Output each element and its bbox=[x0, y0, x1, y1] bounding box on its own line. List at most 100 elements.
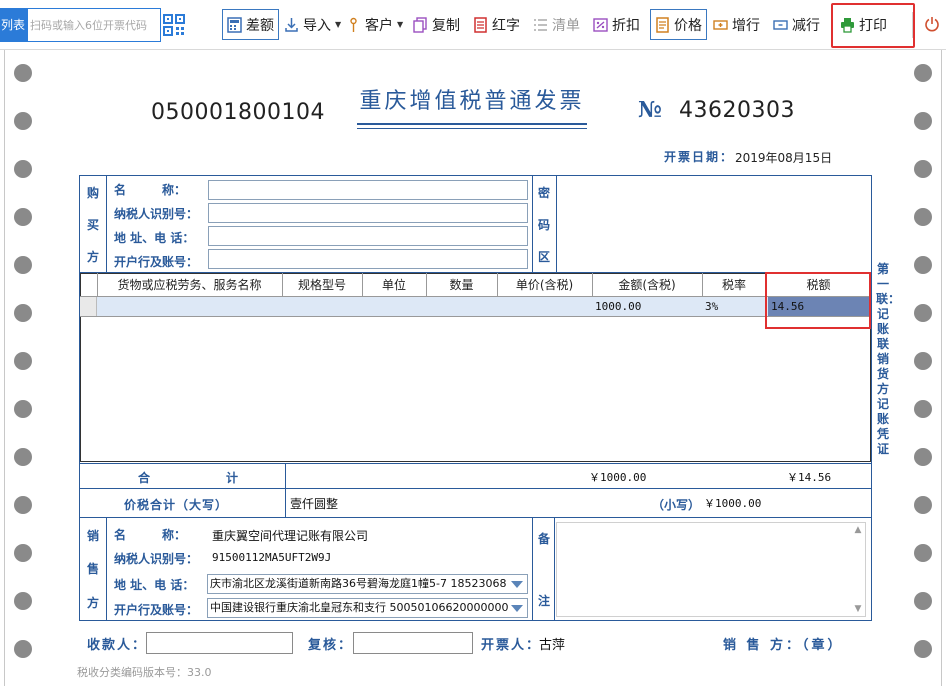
list-button[interactable]: 清单 bbox=[533, 9, 580, 40]
column-header-qty: 数量 bbox=[449, 278, 474, 292]
red-invoice-button[interactable]: 红字 bbox=[473, 9, 520, 40]
add-row-button[interactable]: 增行 bbox=[713, 9, 760, 40]
price-label: 价格 bbox=[674, 17, 702, 34]
list-icon bbox=[534, 18, 547, 31]
issuer-label: 开票人： bbox=[481, 638, 542, 653]
seller-tax-id: 91500112MA5UFT2W9J bbox=[212, 551, 332, 564]
buyer-address-field[interactable] bbox=[208, 226, 528, 246]
tractor-hole bbox=[14, 112, 32, 130]
seller-bank-value: 中国建设银行重庆渝北皇冠东和支行 50050106620000000 bbox=[210, 601, 509, 614]
tractor-hole bbox=[14, 160, 32, 178]
buyer-side-label-1: 购 bbox=[86, 186, 99, 200]
item-spec-cell[interactable] bbox=[286, 297, 360, 316]
list-label: 清单 bbox=[552, 17, 580, 34]
item-rate-cell[interactable]: 3% bbox=[705, 297, 765, 316]
total-amount: ￥1000.00 bbox=[589, 471, 647, 484]
right-perforation bbox=[941, 50, 942, 686]
column-header-rate: 税率 bbox=[721, 278, 746, 292]
delete-row-icon bbox=[773, 19, 788, 30]
copy-designation: 第一联：记账联 销货方记账凭证 bbox=[876, 262, 902, 456]
payee-label: 收款人： bbox=[87, 638, 148, 653]
buyer-bank-field[interactable] bbox=[208, 249, 528, 269]
customer-label: 客户 bbox=[365, 17, 393, 34]
buyer-name-field[interactable] bbox=[208, 180, 528, 200]
buyer-address-label: 地 址、电 话： bbox=[114, 231, 195, 245]
price-button[interactable]: 价格 bbox=[650, 9, 707, 40]
tractor-hole bbox=[914, 64, 932, 82]
seller-name-label: 名 称： bbox=[114, 528, 187, 542]
buyer-tax-id-label: 纳税人识别号： bbox=[114, 207, 199, 221]
scroll-up-icon[interactable]: ▲ bbox=[853, 525, 863, 535]
buyer-name-label: 名 称： bbox=[114, 183, 187, 197]
delete-row-label: 减行 bbox=[792, 17, 820, 34]
price-icon bbox=[656, 16, 669, 33]
item-unit-cell[interactable] bbox=[366, 297, 424, 316]
seller-address-value: 庆市渝北区龙溪街道新南路36号碧海龙庭1幢5-7 18523068 bbox=[210, 577, 507, 590]
item-price-cell[interactable] bbox=[501, 297, 590, 316]
calculator-icon bbox=[227, 16, 242, 33]
buyer-side-label-2: 买 bbox=[86, 218, 99, 232]
remarks-textarea[interactable]: ▲ ▼ bbox=[556, 522, 866, 617]
scroll-down-icon[interactable]: ▼ bbox=[853, 604, 863, 614]
buyer-tax-id-field[interactable] bbox=[208, 203, 528, 223]
customer-icon bbox=[350, 17, 357, 32]
divider bbox=[79, 488, 872, 489]
column-header-name: 货物或应税劳务、服务名称 bbox=[117, 278, 262, 292]
tractor-hole bbox=[14, 400, 32, 418]
seller-side-label-1: 销 bbox=[86, 529, 99, 543]
tractor-hole bbox=[14, 304, 32, 322]
search-input[interactable] bbox=[30, 17, 158, 33]
tractor-hole bbox=[14, 640, 32, 658]
issuer-name: 古萍 bbox=[539, 638, 566, 653]
divider bbox=[532, 175, 533, 272]
column-header-unit: 单位 bbox=[381, 278, 406, 292]
tab-list[interactable]: 列表 bbox=[0, 8, 27, 42]
dropdown-arrow-icon[interactable] bbox=[509, 601, 525, 615]
seller-bank-select[interactable]: 中国建设银行重庆渝北皇冠东和支行 50050106620000000 bbox=[207, 598, 528, 618]
seller-tax-id-label: 纳税人识别号： bbox=[114, 552, 199, 566]
discount-icon bbox=[593, 17, 608, 32]
cipher-label-1: 密 bbox=[537, 186, 550, 200]
tax-code-version: 税收分类编码版本号：33.0 bbox=[77, 666, 212, 679]
discount-button[interactable]: 折扣 bbox=[593, 9, 640, 40]
cipher-label-2: 码 bbox=[537, 218, 550, 232]
column-header-price: 单价(含税) bbox=[515, 278, 574, 292]
import-icon bbox=[285, 17, 298, 32]
issue-date: 2019年08月15日 bbox=[735, 151, 833, 165]
print-button[interactable]: 打印 bbox=[840, 9, 887, 40]
qr-code-icon[interactable] bbox=[163, 14, 185, 36]
reviewer-field[interactable] bbox=[353, 632, 473, 654]
customer-button[interactable]: 客户 ▼ bbox=[346, 9, 403, 40]
delete-row-button[interactable]: 减行 bbox=[773, 9, 820, 40]
divider bbox=[556, 175, 557, 272]
divider bbox=[79, 517, 872, 518]
seller-address-select[interactable]: 庆市渝北区龙溪街道新南路36号碧海龙庭1幢5-7 18523068 bbox=[207, 574, 528, 594]
invoice-code-search[interactable] bbox=[27, 8, 185, 42]
red-invoice-label: 红字 bbox=[492, 17, 520, 34]
item-amount-cell[interactable]: 1000.00 bbox=[595, 297, 700, 316]
divider bbox=[106, 175, 107, 272]
copy-label: 复制 bbox=[432, 17, 460, 34]
tractor-hole bbox=[914, 352, 932, 370]
item-qty-cell[interactable] bbox=[430, 297, 495, 316]
copy-button[interactable]: 复制 bbox=[413, 9, 460, 40]
issue-date-label: 开票日期： bbox=[664, 150, 735, 164]
item-name-cell[interactable] bbox=[101, 297, 281, 316]
power-icon[interactable] bbox=[924, 16, 940, 32]
import-button[interactable]: 导入 ▼ bbox=[284, 9, 341, 40]
remarks-label-2: 注 bbox=[537, 594, 550, 608]
tractor-hole bbox=[914, 304, 932, 322]
column-header-spec: 规格型号 bbox=[297, 278, 346, 292]
reviewer-label: 复核： bbox=[308, 638, 354, 653]
row-selector[interactable] bbox=[80, 297, 97, 316]
seller-name: 重庆翼空间代理记账有限公司 bbox=[212, 529, 369, 543]
diff-amount-button[interactable]: 差额 bbox=[222, 9, 279, 40]
small-amount-label: （小写） bbox=[652, 498, 701, 512]
divider bbox=[532, 517, 533, 621]
payee-field[interactable] bbox=[146, 632, 293, 654]
red-invoice-icon bbox=[474, 16, 487, 33]
dropdown-arrow-icon[interactable] bbox=[509, 577, 525, 591]
divider bbox=[554, 517, 555, 621]
total-tax: ￥14.56 bbox=[787, 471, 832, 484]
tractor-hole bbox=[14, 592, 32, 610]
